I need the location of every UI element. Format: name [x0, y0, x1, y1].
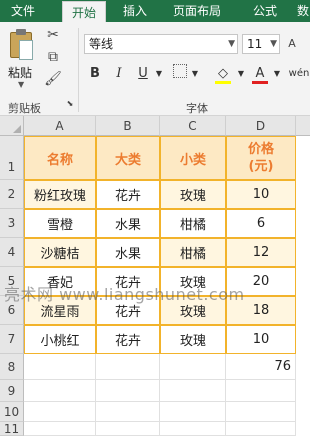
empty-cell[interactable]	[24, 354, 96, 380]
font-name-value: 等线	[89, 37, 114, 51]
empty-cell[interactable]	[96, 402, 160, 422]
empty-cell[interactable]	[24, 380, 96, 402]
table-cell[interactable]: 柑橘	[160, 209, 226, 238]
group-separator	[78, 28, 79, 112]
table-cell[interactable]: 水果	[96, 209, 160, 238]
empty-cell[interactable]	[24, 422, 96, 436]
empty-cell[interactable]	[226, 402, 296, 422]
watermark-text: 亮术网 www.liangshunet.com	[4, 285, 245, 304]
borders-icon	[173, 64, 187, 78]
table-cell[interactable]: 6	[226, 209, 296, 238]
paste-dropdown-icon[interactable]: ▼	[18, 80, 24, 89]
empty-cell[interactable]	[96, 354, 160, 380]
table-cell[interactable]: 水果	[96, 238, 160, 267]
chevron-down-icon: ▼	[228, 39, 235, 49]
phonetic-button[interactable]: wén	[288, 64, 310, 84]
clipboard-group-label: 剪贴板	[8, 102, 41, 115]
row-header-4[interactable]: 4	[0, 238, 24, 267]
tab-formulas[interactable]: 公式	[246, 0, 284, 22]
table-cell[interactable]: 10	[226, 180, 296, 209]
tab-insert[interactable]: 插入	[118, 0, 152, 22]
row-header-10[interactable]: 10	[0, 402, 24, 422]
chevron-down-icon: ▼	[270, 39, 277, 49]
row-header-8[interactable]: 8	[0, 354, 24, 380]
font-color-dropdown-icon[interactable]: ▼	[272, 64, 282, 84]
clip-icon	[16, 29, 26, 35]
borders-dropdown-icon[interactable]: ▼	[190, 64, 200, 84]
table-cell[interactable]: 花卉	[96, 180, 160, 209]
table-header-cell[interactable]: 大类	[96, 136, 160, 180]
font-size-value: 11	[247, 37, 263, 51]
table-cell[interactable]: 12	[226, 238, 296, 267]
table-cell[interactable]: 玫瑰	[160, 325, 226, 354]
table-header-cell[interactable]: 小类	[160, 136, 226, 180]
underline-button[interactable]: U	[134, 64, 152, 84]
select-all-corner[interactable]	[0, 116, 24, 136]
column-header-d[interactable]: D	[226, 116, 296, 136]
empty-cell[interactable]	[226, 380, 296, 402]
ribbon: 粘贴 ▼ ✂ ⧉ 🖌 剪贴板 ⬊ 等线 ▼ 11 ▼ A B I U ▼ ▼ ◇…	[0, 22, 310, 116]
table-cell[interactable]: 柑橘	[160, 238, 226, 267]
italic-button[interactable]: I	[110, 64, 128, 84]
table-header-cell[interactable]: 价格 (元)	[226, 136, 296, 180]
format-painter-icon[interactable]: 🖌	[44, 70, 62, 88]
row-header-11[interactable]: 11	[0, 422, 24, 436]
table-cell[interactable]: 玫瑰	[160, 180, 226, 209]
column-header-a[interactable]: A	[24, 116, 96, 136]
table-cell[interactable]: 小桃红	[24, 325, 96, 354]
font-name-select[interactable]: 等线 ▼	[84, 34, 238, 54]
empty-cell[interactable]	[160, 402, 226, 422]
empty-cell[interactable]	[24, 402, 96, 422]
row-header-9[interactable]: 9	[0, 380, 24, 402]
row-header-3[interactable]: 3	[0, 209, 24, 238]
table-cell[interactable]: 粉红玫瑰	[24, 180, 96, 209]
empty-cell[interactable]	[160, 380, 226, 402]
tab-page-layout[interactable]: 页面布局	[166, 0, 228, 22]
fill-color-button[interactable]: ◇	[212, 64, 234, 84]
column-header-b[interactable]: B	[96, 116, 160, 136]
row-header-1[interactable]: 1	[0, 136, 24, 180]
empty-cell[interactable]	[160, 422, 226, 436]
clipboard-launcher-icon[interactable]: ⬊	[64, 98, 76, 110]
tab-file[interactable]: 文件	[4, 0, 42, 22]
fill-color-swatch	[215, 81, 231, 84]
empty-cell[interactable]	[96, 422, 160, 436]
sum-cell[interactable]: 76	[226, 354, 296, 380]
font-color-swatch	[252, 81, 268, 84]
table-cell[interactable]: 沙糖桔	[24, 238, 96, 267]
paper-icon	[19, 40, 33, 60]
tab-home[interactable]: 开始	[62, 1, 106, 22]
font-size-select[interactable]: 11 ▼	[242, 34, 280, 54]
font-color-icon: A	[255, 66, 265, 81]
ribbon-tab-bar: 文件 开始 插入 页面布局 公式 数	[0, 0, 310, 22]
increase-font-icon[interactable]: A	[283, 35, 301, 53]
table-header-cell[interactable]: 名称	[24, 136, 96, 180]
row-header-7[interactable]: 7	[0, 325, 24, 354]
font-color-button[interactable]: A	[250, 64, 270, 84]
empty-cell[interactable]	[160, 354, 226, 380]
empty-cell[interactable]	[226, 422, 296, 436]
tab-data[interactable]: 数	[296, 0, 310, 22]
table-cell[interactable]: 10	[226, 325, 296, 354]
borders-button[interactable]	[170, 64, 190, 84]
column-header-empty	[296, 116, 310, 136]
empty-cell[interactable]	[96, 380, 160, 402]
table-cell[interactable]: 雪橙	[24, 209, 96, 238]
table-cell[interactable]: 花卉	[96, 325, 160, 354]
bold-button[interactable]: B	[86, 64, 104, 84]
row-header-2[interactable]: 2	[0, 180, 24, 209]
fill-dropdown-icon[interactable]: ▼	[236, 64, 246, 84]
paste-label: 粘贴	[8, 66, 33, 80]
cut-icon[interactable]: ✂	[44, 26, 62, 44]
font-group-label: 字体	[186, 102, 208, 115]
underline-dropdown-icon[interactable]: ▼	[154, 64, 164, 84]
paste-button[interactable]: 粘贴 ▼	[4, 28, 38, 89]
copy-icon[interactable]: ⧉	[44, 48, 62, 66]
column-header-c[interactable]: C	[160, 116, 226, 136]
